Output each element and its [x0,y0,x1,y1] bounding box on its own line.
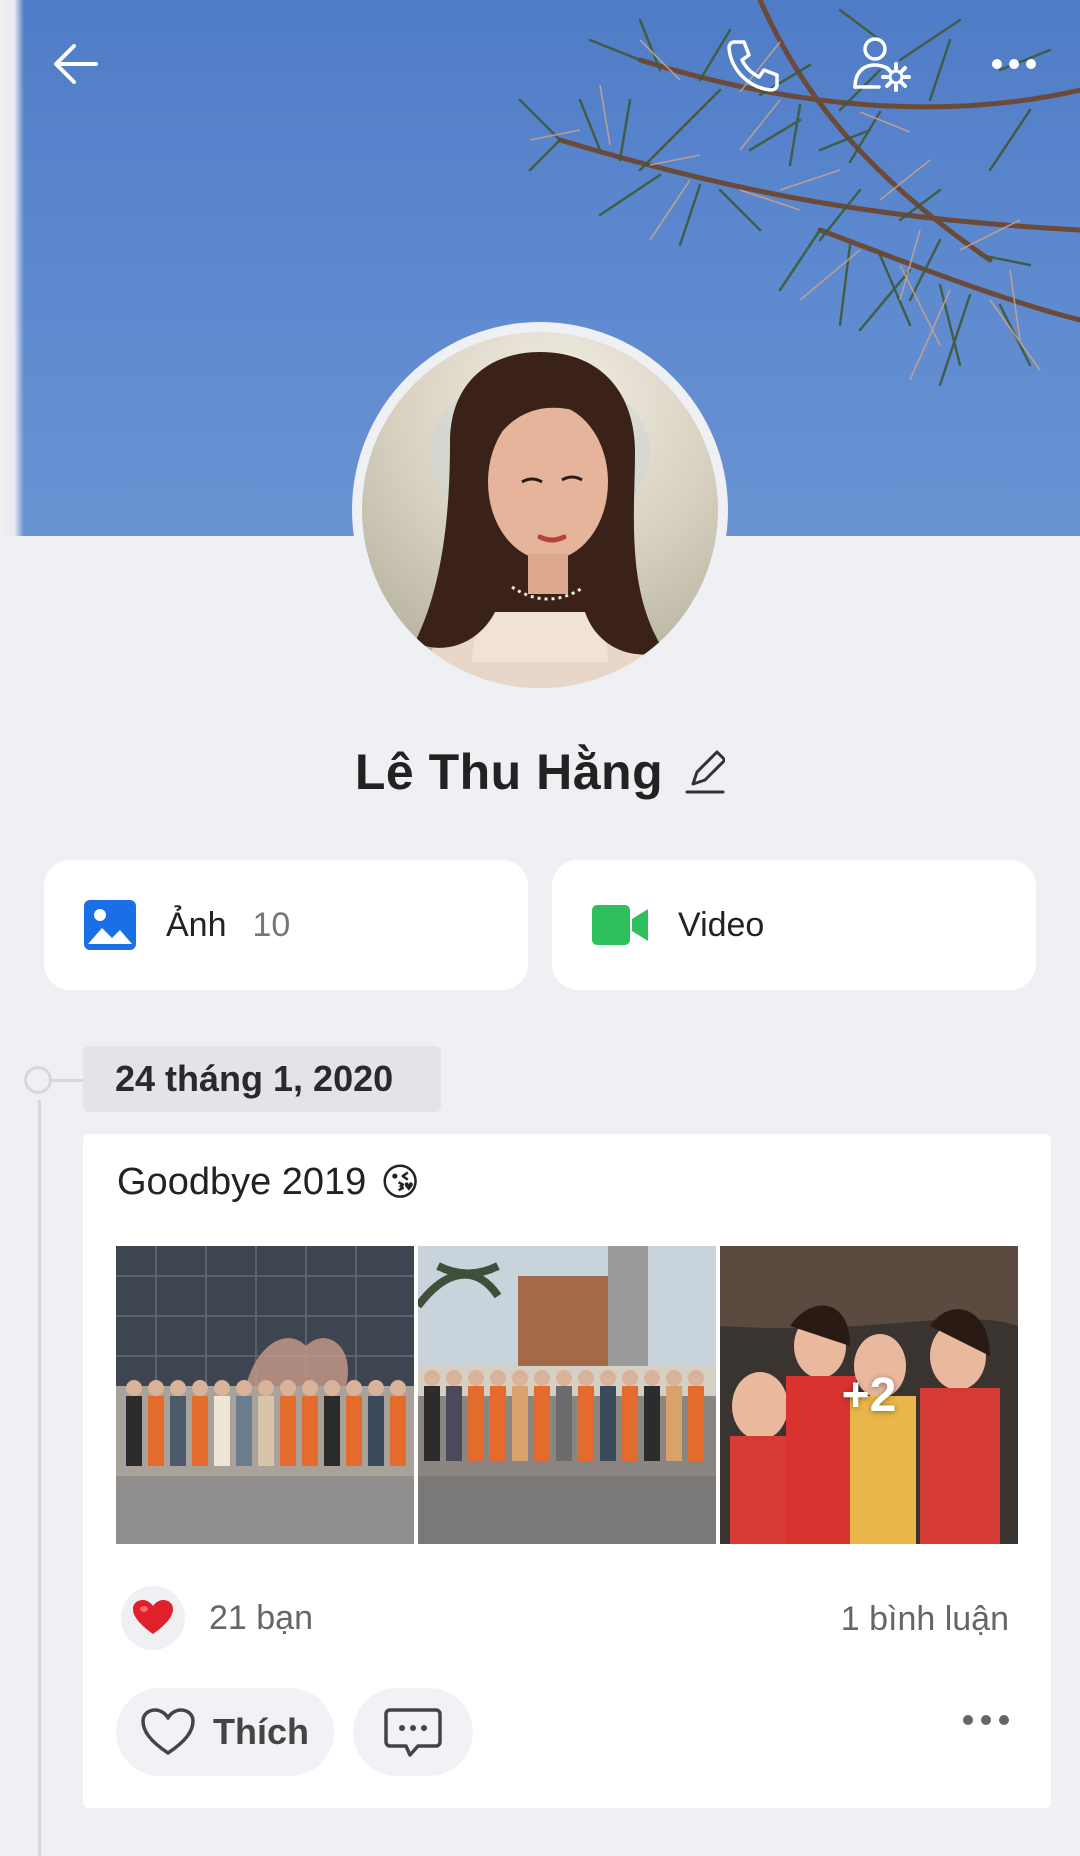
comment-button[interactable] [353,1688,473,1776]
arrow-left-icon [54,44,98,84]
photos-count: 10 [252,905,291,944]
post-photo-3[interactable]: +2 [720,1246,1018,1544]
timeline-dot [24,1066,52,1094]
back-button[interactable] [42,30,110,98]
avatar[interactable] [352,322,728,698]
comment-icon [384,1708,442,1757]
profile-name-row: Lê Thu Hằng [0,740,1080,804]
timeline-connector [52,1079,84,1082]
post-photo-2[interactable] [418,1246,716,1544]
videos-card[interactable]: Video [552,860,1036,990]
more-options-button[interactable] [980,30,1048,98]
post-text: Goodbye 2019 [117,1160,367,1203]
profile-settings-button[interactable] [848,30,916,98]
group-photo-graphic [116,1246,414,1544]
post-card[interactable]: Goodbye 2019 😘 +2 21 bạn 1 bình luận Thí… [83,1134,1051,1808]
timeline-line [38,1100,41,1856]
profile-name: Lê Thu Hằng [354,744,664,800]
post-caption: Goodbye 2019 😘 [117,1160,420,1204]
reaction-count: 21 bạn [209,1598,313,1637]
reaction-bubble [121,1586,185,1650]
more-photos-count: +2 [841,1368,897,1422]
cover-edge [0,0,24,550]
timeline-date: 24 tháng 1, 2020 [83,1046,441,1112]
pencil-icon [685,750,726,794]
group-photo-graphic [418,1246,716,1544]
avatar-photo [362,332,718,688]
more-horizontal-icon [963,1715,1009,1725]
photos-card[interactable]: Ảnh 10 [44,860,528,990]
videos-label: Video [678,905,765,944]
user-settings-icon [853,37,911,92]
heart-icon [133,1600,173,1634]
like-button[interactable]: Thích [116,1688,334,1776]
phone-icon [727,40,779,92]
comments-count[interactable]: 1 bình luận [841,1600,1009,1639]
portrait-graphic [415,352,665,688]
image-icon [84,900,136,950]
kiss-emoji: 😘 [380,1160,420,1204]
video-camera-icon [592,905,648,945]
reactions-summary[interactable]: 21 bạn [121,1586,313,1650]
more-horizontal-icon [992,59,1036,69]
call-button[interactable] [716,30,784,98]
edit-name-button[interactable] [685,750,726,794]
photos-label: Ảnh [166,905,227,944]
post-more-button[interactable] [961,1712,1011,1733]
post-photo-1[interactable] [116,1246,414,1544]
like-label: Thích [213,1711,309,1752]
heart-outline-icon [141,1708,195,1755]
